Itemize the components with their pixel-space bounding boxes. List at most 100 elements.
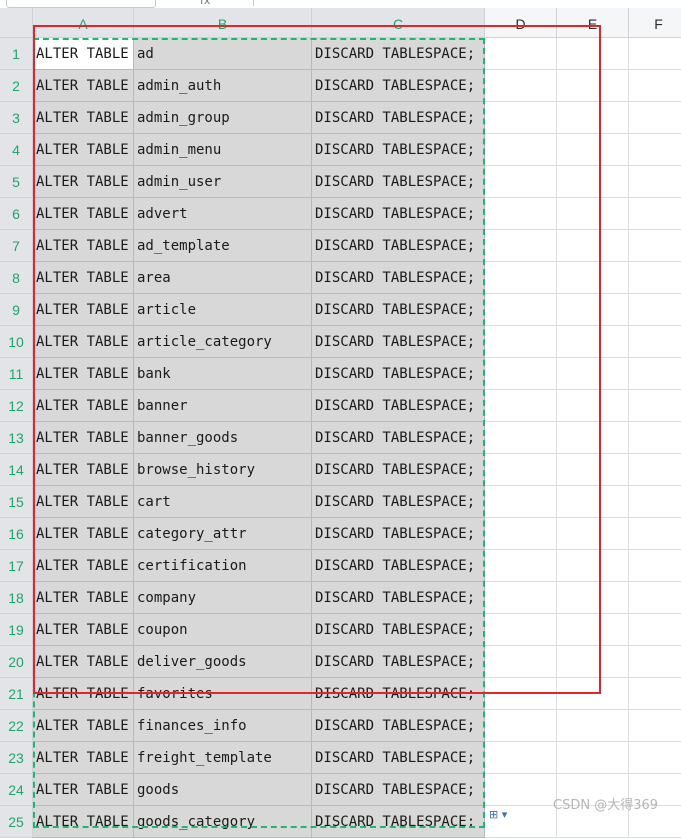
row-header[interactable]: 4: [0, 134, 33, 166]
cell-d9[interactable]: [485, 294, 557, 326]
column-header-e[interactable]: E: [557, 8, 629, 38]
cell-b14[interactable]: browse_history: [134, 454, 312, 486]
row-header[interactable]: 5: [0, 166, 33, 198]
cell-b17[interactable]: certification: [134, 550, 312, 582]
cell-c9[interactable]: DISCARD TABLESPACE;: [312, 294, 485, 326]
cell-b20[interactable]: deliver_goods: [134, 646, 312, 678]
cell-e12[interactable]: [557, 390, 629, 422]
cell-b9[interactable]: article: [134, 294, 312, 326]
paste-options-icon[interactable]: ⊞ ▾: [489, 808, 519, 822]
row-header[interactable]: 23: [0, 742, 33, 774]
cell-a7[interactable]: ALTER TABLE: [33, 230, 134, 262]
cell-e5[interactable]: [557, 166, 629, 198]
cell-f21[interactable]: [629, 678, 681, 710]
cell-c25[interactable]: DISCARD TABLESPACE;: [312, 806, 485, 838]
cell-e2[interactable]: [557, 70, 629, 102]
column-header-a[interactable]: A: [33, 8, 134, 38]
cell-b22[interactable]: finances_info: [134, 710, 312, 742]
cell-f8[interactable]: [629, 262, 681, 294]
cell-e17[interactable]: [557, 550, 629, 582]
cell-d19[interactable]: [485, 614, 557, 646]
cell-c19[interactable]: DISCARD TABLESPACE;: [312, 614, 485, 646]
cell-e21[interactable]: [557, 678, 629, 710]
cell-a13[interactable]: ALTER TABLE: [33, 422, 134, 454]
cell-f5[interactable]: [629, 166, 681, 198]
cell-f18[interactable]: [629, 582, 681, 614]
cell-f3[interactable]: [629, 102, 681, 134]
cell-d5[interactable]: [485, 166, 557, 198]
cell-d12[interactable]: [485, 390, 557, 422]
cell-a12[interactable]: ALTER TABLE: [33, 390, 134, 422]
cell-e22[interactable]: [557, 710, 629, 742]
cell-c20[interactable]: DISCARD TABLESPACE;: [312, 646, 485, 678]
cell-b24[interactable]: goods: [134, 774, 312, 806]
cell-f1[interactable]: [629, 38, 681, 70]
cell-d18[interactable]: [485, 582, 557, 614]
cell-c21[interactable]: DISCARD TABLESPACE;: [312, 678, 485, 710]
cell-c24[interactable]: DISCARD TABLESPACE;: [312, 774, 485, 806]
cell-d24[interactable]: [485, 774, 557, 806]
cell-a10[interactable]: ALTER TABLE: [33, 326, 134, 358]
cell-c17[interactable]: DISCARD TABLESPACE;: [312, 550, 485, 582]
row-header[interactable]: 15: [0, 486, 33, 518]
cell-a6[interactable]: ALTER TABLE: [33, 198, 134, 230]
cell-d20[interactable]: [485, 646, 557, 678]
cell-d10[interactable]: [485, 326, 557, 358]
row-header[interactable]: 9: [0, 294, 33, 326]
cell-c15[interactable]: DISCARD TABLESPACE;: [312, 486, 485, 518]
cell-b2[interactable]: admin_auth: [134, 70, 312, 102]
cell-c11[interactable]: DISCARD TABLESPACE;: [312, 358, 485, 390]
row-header[interactable]: 18: [0, 582, 33, 614]
cell-d2[interactable]: [485, 70, 557, 102]
cell-b15[interactable]: cart: [134, 486, 312, 518]
cell-e14[interactable]: [557, 454, 629, 486]
cell-c16[interactable]: DISCARD TABLESPACE;: [312, 518, 485, 550]
row-header[interactable]: 13: [0, 422, 33, 454]
cell-e15[interactable]: [557, 486, 629, 518]
column-header-d[interactable]: D: [485, 8, 557, 38]
cell-a4[interactable]: ALTER TABLE: [33, 134, 134, 166]
column-header-c[interactable]: C: [312, 8, 485, 38]
select-all-corner[interactable]: [0, 8, 33, 38]
cell-d14[interactable]: [485, 454, 557, 486]
cell-a8[interactable]: ALTER TABLE: [33, 262, 134, 294]
cell-f16[interactable]: [629, 518, 681, 550]
cell-c12[interactable]: DISCARD TABLESPACE;: [312, 390, 485, 422]
cell-a19[interactable]: ALTER TABLE: [33, 614, 134, 646]
cell-f6[interactable]: [629, 198, 681, 230]
cell-f9[interactable]: [629, 294, 681, 326]
cell-a20[interactable]: ALTER TABLE: [33, 646, 134, 678]
cell-c22[interactable]: DISCARD TABLESPACE;: [312, 710, 485, 742]
cell-b1[interactable]: ad: [134, 38, 312, 70]
cell-a1[interactable]: ALTER TABLE: [33, 38, 134, 70]
cell-c5[interactable]: DISCARD TABLESPACE;: [312, 166, 485, 198]
cell-e1[interactable]: [557, 38, 629, 70]
cell-a16[interactable]: ALTER TABLE: [33, 518, 134, 550]
cell-d7[interactable]: [485, 230, 557, 262]
cell-c4[interactable]: DISCARD TABLESPACE;: [312, 134, 485, 166]
row-header[interactable]: 11: [0, 358, 33, 390]
cell-a9[interactable]: ALTER TABLE: [33, 294, 134, 326]
cell-d6[interactable]: [485, 198, 557, 230]
cell-f4[interactable]: [629, 134, 681, 166]
cell-b19[interactable]: coupon: [134, 614, 312, 646]
cell-c14[interactable]: DISCARD TABLESPACE;: [312, 454, 485, 486]
cell-c23[interactable]: DISCARD TABLESPACE;: [312, 742, 485, 774]
cell-b16[interactable]: category_attr: [134, 518, 312, 550]
cell-e3[interactable]: [557, 102, 629, 134]
cell-f17[interactable]: [629, 550, 681, 582]
row-header[interactable]: 12: [0, 390, 33, 422]
column-header-f[interactable]: F: [629, 8, 681, 38]
cell-d3[interactable]: [485, 102, 557, 134]
cell-a3[interactable]: ALTER TABLE: [33, 102, 134, 134]
cell-d1[interactable]: [485, 38, 557, 70]
row-header[interactable]: 17: [0, 550, 33, 582]
row-header[interactable]: 8: [0, 262, 33, 294]
cell-a11[interactable]: ALTER TABLE: [33, 358, 134, 390]
cell-f23[interactable]: [629, 742, 681, 774]
cell-a5[interactable]: ALTER TABLE: [33, 166, 134, 198]
name-box[interactable]: [6, 0, 156, 8]
cell-a25[interactable]: ALTER TABLE: [33, 806, 134, 838]
cell-e20[interactable]: [557, 646, 629, 678]
cell-c7[interactable]: DISCARD TABLESPACE;: [312, 230, 485, 262]
